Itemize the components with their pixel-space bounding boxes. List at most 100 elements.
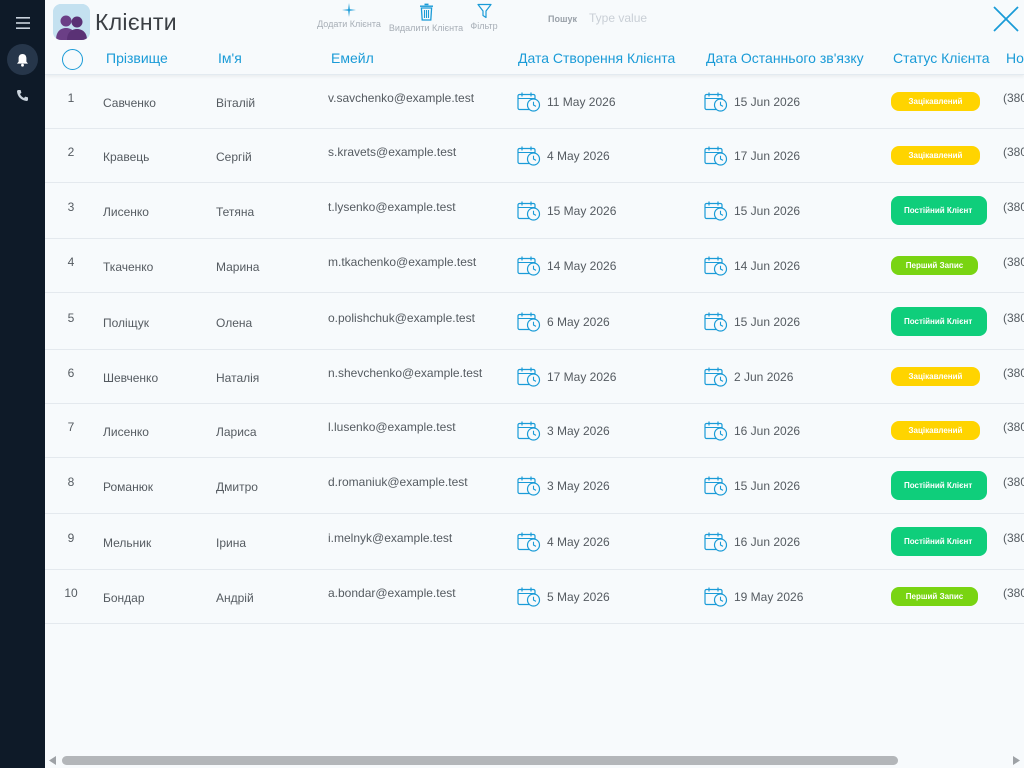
calendar-clock-icon	[517, 92, 541, 112]
last-contact-date: 15 Jun 2026	[734, 479, 801, 493]
scroll-right-icon[interactable]	[1012, 756, 1020, 765]
sidebar	[0, 0, 45, 768]
calendar-clock-icon	[704, 146, 728, 166]
search-input[interactable]	[589, 9, 719, 27]
calendar-clock-icon	[704, 92, 728, 112]
column-created-date[interactable]: Дата Створення Клієнта	[518, 50, 675, 66]
table-row[interactable]: 6 Шевченко Наталія n.shevchenko@example.tes…	[45, 350, 1024, 404]
status-label: Зацікавлений	[908, 151, 963, 160]
table-row[interactable]: 2 Кравець Сергій s.kravets@example.test 4 Ma…	[45, 129, 1024, 183]
filter-button[interactable]: Фільтр	[469, 3, 499, 31]
status-badge[interactable]: Постійний Клієнт	[891, 527, 987, 556]
client-email[interactable]: v.savchenko@example.test	[328, 91, 474, 105]
row-number: 3	[67, 200, 75, 214]
calls-button[interactable]	[7, 80, 38, 111]
client-phone: (380	[1003, 366, 1024, 380]
created-date-cell: 15 May 2026	[517, 200, 616, 222]
status-label: Перший Запис	[905, 261, 964, 270]
status-badge[interactable]: Перший Запис	[891, 587, 978, 606]
close-button[interactable]	[991, 4, 1021, 34]
last-contact-date: 17 Jun 2026	[734, 149, 801, 163]
calendar-clock-icon	[517, 146, 541, 166]
select-all-checkbox[interactable]	[62, 49, 83, 70]
calendar-clock-icon	[517, 256, 541, 276]
table-row[interactable]: 3 Лисенко Тетяна t.lysenko@example.test 15 M…	[45, 183, 1024, 239]
client-surname: Ткаченко	[103, 260, 154, 274]
client-surname: Лисенко	[103, 425, 149, 439]
calendar-clock-icon	[704, 201, 728, 221]
last-contact-cell: 19 May 2026	[704, 586, 803, 608]
client-email[interactable]: t.lysenko@example.test	[328, 200, 456, 214]
status-badge[interactable]: Перший Запис	[891, 256, 978, 275]
add-client-label: Додати Клієнта	[317, 19, 381, 29]
calendar-clock-icon	[704, 476, 728, 496]
plus-sparkle-icon	[342, 3, 356, 17]
client-name: Ірина	[216, 536, 247, 550]
created-date: 11 May 2026	[547, 95, 616, 109]
table-row[interactable]: 7 Лисенко Лариса l.lusenko@example.test 3 Ma…	[45, 404, 1024, 458]
client-phone: (380	[1003, 311, 1024, 325]
created-date: 4 May 2026	[547, 149, 610, 163]
column-phone[interactable]: Но	[1006, 50, 1024, 66]
status-label: Зацікавлений	[908, 426, 963, 435]
calendar-clock-icon	[704, 256, 728, 276]
created-date-cell: 6 May 2026	[517, 311, 610, 333]
column-status[interactable]: Статус Клієнта	[893, 50, 990, 66]
client-phone: (380	[1003, 420, 1024, 434]
table-row[interactable]: 1 Савченко Віталій v.savchenko@example.test…	[45, 75, 1024, 129]
status-badge[interactable]: Зацікавлений	[891, 367, 980, 386]
scrollbar-thumb[interactable]	[62, 756, 898, 765]
last-contact-date: 16 Jun 2026	[734, 535, 801, 549]
column-surname[interactable]: Прізвище	[106, 50, 168, 66]
menu-button[interactable]	[7, 7, 38, 38]
status-badge[interactable]: Постійний Клієнт	[891, 471, 987, 500]
scroll-left-icon[interactable]	[49, 756, 57, 765]
table-row[interactable]: 5 Поліщук Олена o.polishchuk@example.test 6 …	[45, 293, 1024, 350]
client-email[interactable]: o.polishchuk@example.test	[328, 311, 475, 325]
status-badge[interactable]: Постійний Клієнт	[891, 307, 987, 336]
client-email[interactable]: i.melnyk@example.test	[328, 531, 452, 545]
status-badge[interactable]: Постійний Клієнт	[891, 196, 987, 225]
column-email[interactable]: Емейл	[331, 50, 374, 66]
status-label: Постійний Клієнт	[904, 317, 973, 326]
table-row[interactable]: 4 Ткаченко Марина m.tkachenko@example.test 1…	[45, 239, 1024, 293]
table-row[interactable]: 10 Бондар Андрій a.bondar@example.test 5 May…	[45, 570, 1024, 624]
bell-icon	[17, 53, 28, 67]
table-row[interactable]: 9 Мельник Ірина i.melnyk@example.test 4 May …	[45, 514, 1024, 570]
row-number: 4	[67, 255, 75, 269]
status-label: Постійний Клієнт	[904, 206, 973, 215]
table-row[interactable]: 8 Романюк Дмитро d.romaniuk@example.test 3 M…	[45, 458, 1024, 514]
status-label: Перший Запис	[905, 592, 964, 601]
calendar-clock-icon	[704, 587, 728, 607]
horizontal-scrollbar[interactable]	[45, 752, 1024, 768]
status-badge[interactable]: Зацікавлений	[891, 92, 980, 111]
created-date: 15 May 2026	[547, 204, 617, 218]
client-phone: (380	[1003, 91, 1024, 105]
status-badge[interactable]: Зацікавлений	[891, 146, 980, 165]
client-email[interactable]: a.bondar@example.test	[328, 586, 456, 600]
delete-client-button[interactable]: Видалити Клієнта	[388, 3, 464, 33]
column-last-contact[interactable]: Дата Останнього зв'язку	[706, 50, 864, 66]
client-email[interactable]: n.shevchenko@example.test	[328, 366, 482, 380]
created-date: 17 May 2026	[547, 370, 617, 384]
client-email[interactable]: m.tkachenko@example.test	[328, 255, 476, 269]
client-email[interactable]: d.romaniuk@example.test	[328, 475, 468, 489]
row-number: 7	[67, 420, 75, 434]
notifications-button[interactable]	[7, 44, 38, 75]
column-name[interactable]: Ім'я	[218, 50, 242, 66]
calendar-clock-icon	[517, 476, 541, 496]
calendar-clock-icon	[517, 367, 541, 387]
row-number: 1	[67, 91, 75, 105]
last-contact-date: 15 Jun 2026	[734, 95, 801, 109]
add-client-button[interactable]: Додати Клієнта	[315, 3, 383, 29]
last-contact-cell: 15 Jun 2026	[704, 91, 800, 113]
last-contact-cell: 15 Jun 2026	[704, 475, 800, 497]
created-date-cell: 11 May 2026	[517, 91, 616, 113]
delete-client-label: Видалити Клієнта	[388, 23, 464, 33]
client-phone: (380	[1003, 255, 1024, 269]
client-email[interactable]: s.kravets@example.test	[328, 145, 456, 159]
created-date: 4 May 2026	[547, 535, 610, 549]
calendar-clock-icon	[704, 312, 728, 332]
status-badge[interactable]: Зацікавлений	[891, 421, 980, 440]
client-email[interactable]: l.lusenko@example.test	[328, 420, 456, 434]
